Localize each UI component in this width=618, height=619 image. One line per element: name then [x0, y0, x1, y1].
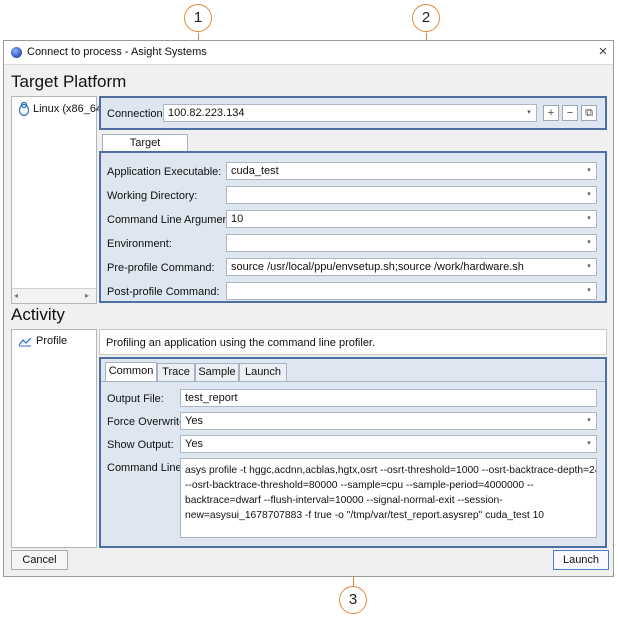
chevron-down-icon: ▾	[587, 167, 591, 174]
app-executable-value: cuda_test	[231, 165, 279, 177]
pre-profile-command-field[interactable]: source /usr/local/ppu/envsetup.sh;source…	[226, 258, 597, 276]
platform-item-linux[interactable]: Linux (x86_64	[18, 102, 102, 118]
working-directory-field[interactable]: ▾	[226, 186, 597, 204]
chevron-down-icon: ▾	[587, 263, 591, 270]
scroll-right-icon[interactable]: ▸	[85, 291, 89, 300]
connection-panel: Connection: 100.82.223.134 ▾ + − ⧉	[99, 96, 607, 130]
chevron-down-icon: ▾	[587, 215, 591, 222]
force-overwrite-label: Force Overwrite:	[107, 416, 189, 428]
environment-field[interactable]: ▾	[226, 234, 597, 252]
chart-line-icon	[18, 337, 32, 347]
pre-profile-command-value: source /usr/local/ppu/envsetup.sh;source…	[231, 261, 524, 273]
force-overwrite-select[interactable]: Yes ▾	[180, 412, 597, 430]
callout-2: 2	[412, 4, 440, 32]
activity-heading: Activity	[11, 305, 65, 324]
activity-item-profile[interactable]: Profile	[18, 334, 96, 350]
connection-value: 100.82.223.134	[168, 107, 245, 119]
app-executable-field[interactable]: cuda_test ▾	[226, 162, 597, 180]
force-overwrite-value: Yes	[185, 415, 203, 427]
callout-1: 1	[184, 4, 212, 32]
scroll-left-icon[interactable]: ◂	[14, 291, 18, 300]
show-output-value: Yes	[185, 438, 203, 450]
command-line-text-4: new=asysui_1678707883 -f true -o "/tmp/v…	[185, 510, 545, 521]
platform-list-scrollbar[interactable]: ◂ ▸	[12, 288, 96, 303]
tab-divider	[101, 381, 605, 382]
connect-dialog: Connect to process - Asight Systems × Ta…	[3, 40, 614, 577]
output-file-value: test_report	[185, 392, 238, 404]
platform-item-label: Linux (x86_64	[33, 103, 103, 115]
tab-launch[interactable]: Launch	[239, 363, 287, 381]
chevron-down-icon: ▾	[587, 287, 591, 294]
working-directory-label: Working Directory:	[107, 190, 198, 202]
add-connection-button[interactable]: +	[543, 105, 559, 121]
command-line-label: Command Line:	[107, 462, 185, 474]
edit-connection-button[interactable]: ⧉	[581, 105, 597, 121]
chevron-down-icon: ▾	[587, 417, 591, 424]
command-line-textarea[interactable]: asys profile -t hggc,acdnn,acblas,hgtx,o…	[180, 458, 597, 538]
show-output-select[interactable]: Yes ▾	[180, 435, 597, 453]
command-line-text-1: asys profile -t hggc,acdnn,acblas,hgtx,o…	[185, 465, 597, 476]
post-profile-command-label: Post-profile Command:	[107, 286, 220, 298]
tab-trace[interactable]: Trace	[157, 363, 195, 381]
tab-sample[interactable]: Sample	[195, 363, 239, 381]
connection-select[interactable]: 100.82.223.134 ▾	[163, 104, 537, 122]
chevron-down-icon: ▾	[587, 191, 591, 198]
command-line-args-label: Command Line Arguments:	[107, 214, 241, 226]
remove-connection-button[interactable]: −	[562, 105, 578, 121]
output-file-field[interactable]: test_report	[180, 389, 597, 407]
chevron-down-icon: ▾	[587, 239, 591, 246]
platform-list: Linux (x86_64 ◂ ▸	[11, 96, 102, 304]
profile-settings-panel: Common Trace Sample Launch Output File: …	[99, 357, 607, 548]
app-icon	[11, 47, 22, 58]
environment-label: Environment:	[107, 238, 172, 250]
activity-description: Profiling an application using the comma…	[106, 337, 376, 349]
activity-list: Profile	[11, 329, 97, 548]
activity-description-box: Profiling an application using the comma…	[99, 329, 607, 355]
close-icon[interactable]: ×	[595, 43, 611, 61]
connection-label: Connection:	[107, 108, 166, 120]
post-profile-command-field[interactable]: ▾	[226, 282, 597, 300]
title-bar: Connect to process - Asight Systems ×	[4, 41, 613, 65]
command-line-text-3: backtrace=dwarf --flush-interval=10000 -…	[185, 495, 503, 506]
command-line-args-field[interactable]: 10 ▾	[226, 210, 597, 228]
activity-item-label: Profile	[36, 335, 68, 347]
show-output-label: Show Output:	[107, 439, 174, 451]
launch-button[interactable]: Launch	[553, 550, 609, 570]
output-file-label: Output File:	[107, 393, 164, 405]
target-platform-heading: Target Platform	[11, 72, 127, 91]
pre-profile-command-label: Pre-profile Command:	[107, 262, 215, 274]
command-line-text-2: --osrt-backtrace-threshold=80000 --sampl…	[185, 480, 534, 491]
window-title: Connect to process - Asight Systems	[27, 46, 207, 58]
command-line-args-value: 10	[231, 213, 244, 225]
linux-penguin-icon	[18, 102, 30, 116]
tab-common[interactable]: Common	[105, 362, 157, 381]
chevron-down-icon: ▾	[587, 440, 591, 447]
cancel-button[interactable]: Cancel	[11, 550, 68, 570]
target-application-panel: Application Executable: cuda_test ▾ Work…	[99, 151, 607, 303]
app-executable-label: Application Executable:	[107, 166, 222, 178]
callout-3: 3	[339, 586, 367, 614]
chevron-down-icon: ▾	[527, 109, 531, 116]
